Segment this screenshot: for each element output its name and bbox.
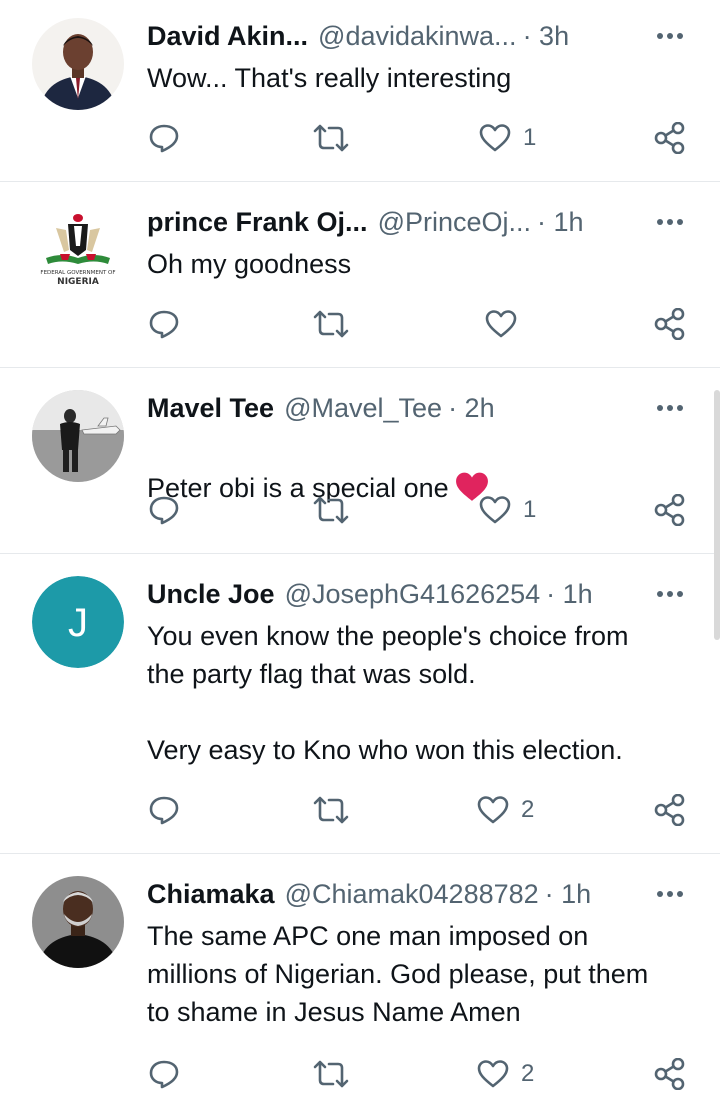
retweet-button[interactable] bbox=[313, 490, 349, 530]
user-handle[interactable]: @PrinceOj... bbox=[378, 204, 531, 240]
tweet[interactable]: Chiamaka @Chiamak04288782 · 1h The same … bbox=[0, 854, 720, 1101]
reply-icon bbox=[149, 496, 179, 525]
retweet-button[interactable] bbox=[313, 118, 349, 158]
like-button[interactable]: 2 bbox=[477, 790, 534, 830]
retweet-button[interactable] bbox=[313, 304, 349, 344]
reply-icon bbox=[149, 310, 179, 339]
like-button[interactable]: 1 bbox=[479, 118, 536, 158]
like-icon bbox=[485, 310, 517, 338]
tweet-actions: 1 bbox=[0, 118, 720, 158]
display-name[interactable]: David Akin... bbox=[147, 18, 308, 54]
share-button[interactable] bbox=[654, 118, 686, 158]
tweet-header: Chiamaka @Chiamak04288782 · 1h bbox=[147, 876, 700, 912]
more-icon[interactable] bbox=[652, 390, 688, 426]
more-icon[interactable] bbox=[652, 876, 688, 912]
timestamp[interactable]: · 1h bbox=[546, 576, 593, 612]
user-handle[interactable]: @JosephG41626254 bbox=[285, 576, 541, 612]
tweet-text: Wow... That's really interesting bbox=[147, 63, 512, 93]
like-icon bbox=[477, 796, 509, 824]
timestamp[interactable]: · 1h bbox=[545, 876, 592, 912]
timestamp[interactable]: · 3h bbox=[523, 18, 570, 54]
tweet-actions bbox=[0, 304, 720, 344]
share-icon bbox=[654, 308, 685, 340]
retweet-icon bbox=[313, 310, 349, 338]
like-count: 1 bbox=[523, 496, 537, 523]
tweet-actions: 1 bbox=[0, 490, 720, 530]
retweet-icon bbox=[313, 124, 349, 152]
avatar[interactable] bbox=[32, 18, 124, 110]
like-button[interactable]: 1 bbox=[479, 490, 536, 530]
display-name[interactable]: Uncle Joe bbox=[147, 576, 275, 612]
avatar[interactable]: J bbox=[32, 576, 124, 668]
retweet-button[interactable] bbox=[313, 1054, 349, 1094]
tweet[interactable]: FEDERAL GOVERNMENT OF NIGERIA prince Fra… bbox=[0, 182, 720, 367]
share-icon bbox=[654, 494, 685, 526]
tweet-text: Oh my goodness bbox=[147, 249, 352, 279]
share-icon bbox=[654, 794, 685, 826]
tweet-header: prince Frank Oj... @PrinceOj... · 1h bbox=[147, 204, 700, 240]
reply-button[interactable] bbox=[148, 490, 180, 530]
retweet-icon bbox=[313, 1060, 349, 1088]
retweet-button[interactable] bbox=[313, 790, 349, 830]
like-icon bbox=[479, 496, 511, 524]
reply-icon bbox=[149, 1060, 179, 1089]
tweet-text: The same APC one man imposed on millions… bbox=[147, 921, 649, 1027]
reply-icon bbox=[149, 796, 179, 825]
retweet-icon bbox=[313, 796, 349, 824]
tweet-text: You even know the people's choice from t… bbox=[147, 621, 629, 765]
user-handle[interactable]: @Chiamak04288782 bbox=[285, 876, 539, 912]
reply-button[interactable] bbox=[148, 304, 180, 344]
share-button[interactable] bbox=[654, 490, 686, 530]
more-icon[interactable] bbox=[652, 18, 688, 54]
reply-button[interactable] bbox=[148, 790, 180, 830]
avatar-caption: NIGERIA bbox=[57, 277, 99, 287]
avatar[interactable] bbox=[32, 390, 124, 482]
like-count: 2 bbox=[521, 796, 535, 823]
timestamp[interactable]: · 1h bbox=[537, 204, 584, 240]
tweet-header: Mavel Tee @Mavel_Tee · 2h bbox=[147, 390, 700, 426]
share-icon bbox=[654, 122, 685, 154]
display-name[interactable]: Mavel Tee bbox=[147, 390, 274, 426]
scrollbar[interactable] bbox=[714, 390, 720, 640]
tweet-header: David Akin... @davidakinwa... · 3h bbox=[147, 18, 700, 54]
share-icon bbox=[654, 1058, 685, 1090]
timestamp[interactable]: · 2h bbox=[448, 390, 495, 426]
tweet-header: Uncle Joe @JosephG41626254 · 1h bbox=[147, 576, 700, 612]
avatar-caption-top: FEDERAL GOVERNMENT OF bbox=[40, 270, 115, 276]
like-count: 2 bbox=[521, 1060, 535, 1087]
display-name[interactable]: prince Frank Oj... bbox=[147, 204, 368, 240]
like-icon bbox=[477, 1060, 509, 1088]
avatar[interactable] bbox=[32, 876, 124, 968]
like-icon bbox=[479, 124, 511, 152]
tweet-actions: 2 bbox=[0, 1054, 720, 1094]
user-handle[interactable]: @davidakinwa... bbox=[318, 18, 517, 54]
display-name[interactable]: Chiamaka bbox=[147, 876, 275, 912]
tweet-actions: 2 bbox=[0, 790, 720, 830]
share-button[interactable] bbox=[654, 1054, 686, 1094]
tweet[interactable]: David Akin... @davidakinwa... · 3h Wow..… bbox=[0, 0, 720, 181]
more-icon[interactable] bbox=[652, 576, 688, 612]
like-count: 1 bbox=[523, 124, 537, 151]
like-button[interactable]: 2 bbox=[477, 1054, 534, 1094]
retweet-icon bbox=[313, 496, 349, 524]
tweet[interactable]: J Uncle Joe @JosephG41626254 · 1h You ev… bbox=[0, 554, 720, 853]
avatar-letter: J bbox=[68, 601, 88, 645]
share-button[interactable] bbox=[654, 790, 686, 830]
tweet[interactable]: Mavel Tee @Mavel_Tee · 2h Peter obi is a… bbox=[0, 368, 720, 553]
reply-button[interactable] bbox=[148, 118, 180, 158]
like-button[interactable] bbox=[485, 304, 517, 344]
user-handle[interactable]: @Mavel_Tee bbox=[284, 390, 442, 426]
avatar[interactable]: FEDERAL GOVERNMENT OF NIGERIA bbox=[32, 204, 124, 296]
reply-icon bbox=[149, 124, 179, 153]
share-button[interactable] bbox=[654, 304, 686, 344]
more-icon[interactable] bbox=[652, 204, 688, 240]
reply-button[interactable] bbox=[148, 1054, 180, 1094]
